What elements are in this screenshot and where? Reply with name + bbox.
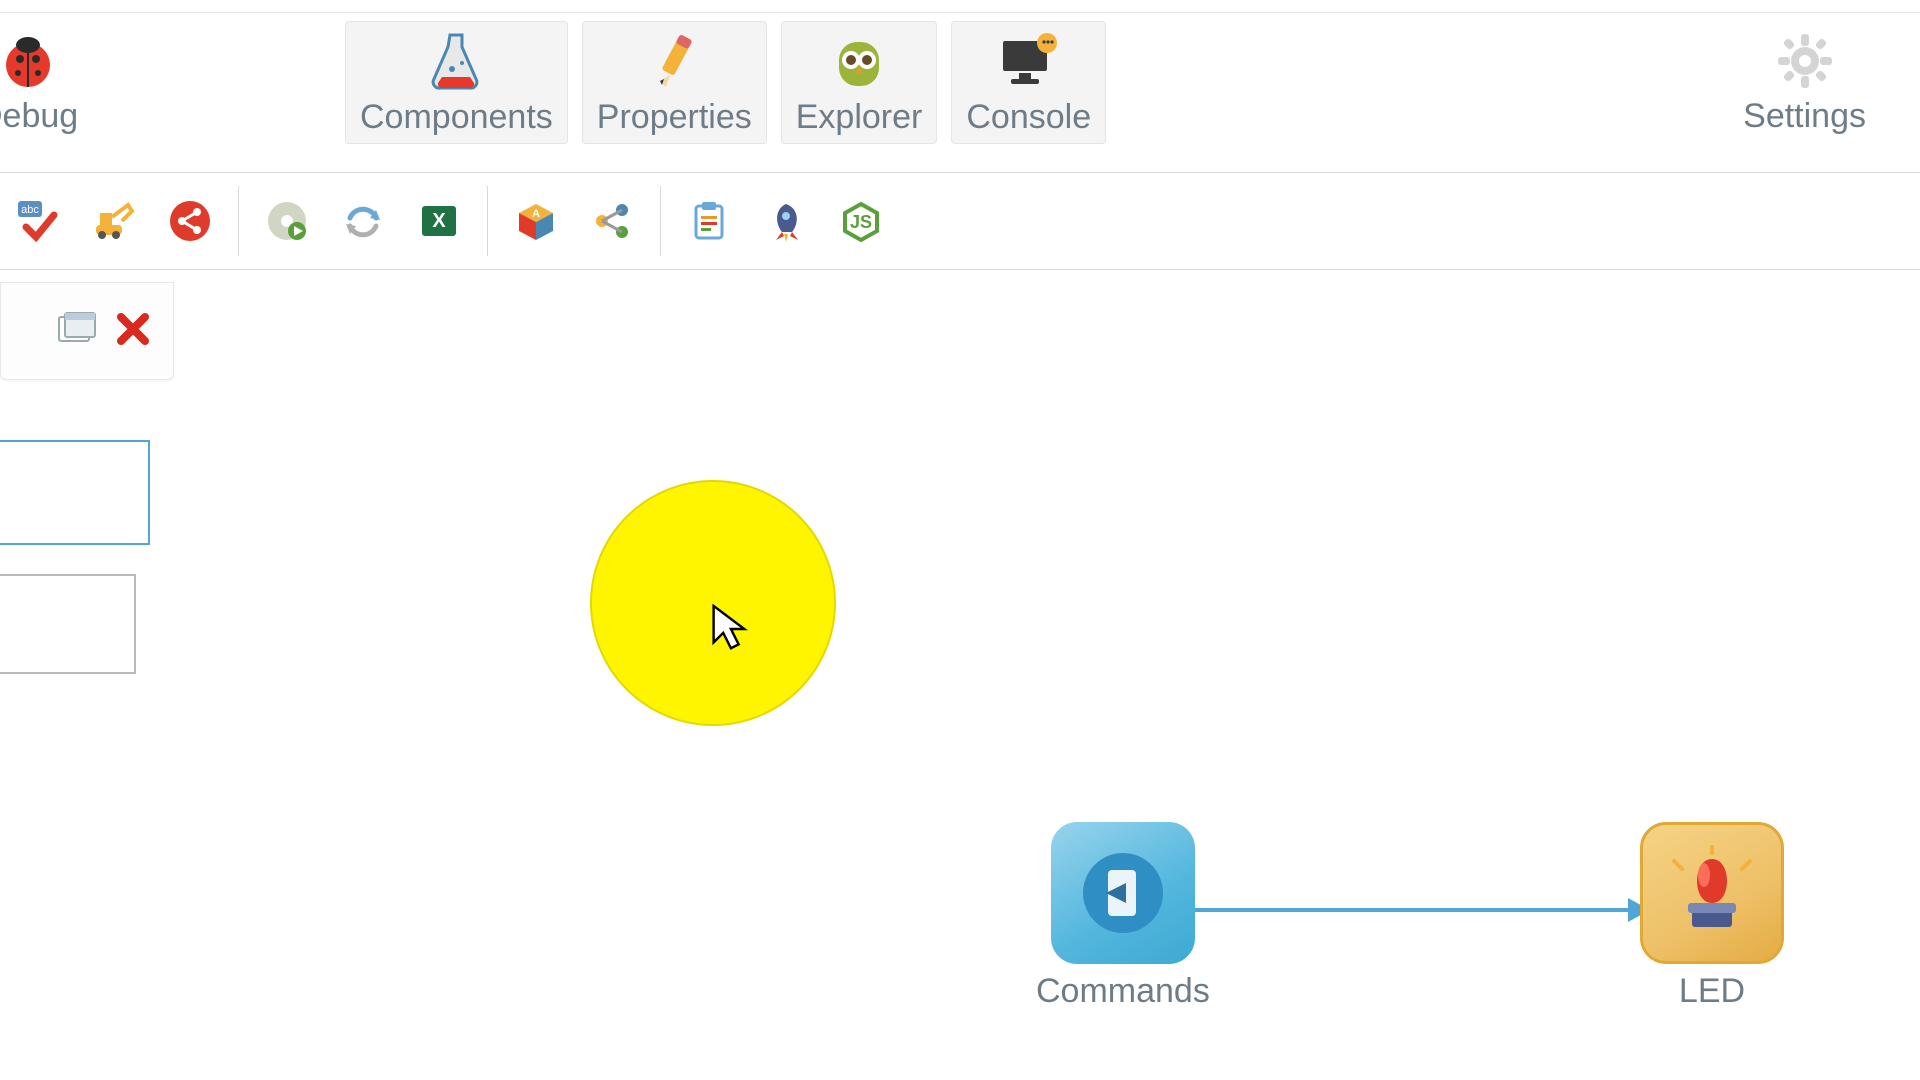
nodejs-icon[interactable]: JS bbox=[833, 193, 889, 249]
node-led-label: LED bbox=[1679, 972, 1745, 1011]
monitor-icon bbox=[997, 28, 1061, 96]
share-nodes-icon[interactable] bbox=[584, 193, 640, 249]
tab-components-label: Components bbox=[360, 98, 553, 137]
tab-properties-label: Properties bbox=[597, 98, 752, 137]
tab-settings-label: Settings bbox=[1743, 97, 1866, 136]
node-led[interactable]: LED bbox=[1640, 822, 1784, 1011]
tab-debug[interactable]: Debug bbox=[0, 21, 92, 142]
svg-text:X: X bbox=[432, 210, 446, 232]
tab-console-label: Console bbox=[966, 98, 1091, 137]
rocket-icon[interactable] bbox=[757, 193, 813, 249]
tab-group-right: Settings bbox=[1729, 21, 1880, 142]
pencil-icon bbox=[646, 28, 702, 96]
node-commands-label: Commands bbox=[1036, 972, 1210, 1011]
gear-icon bbox=[1776, 27, 1834, 95]
tab-properties[interactable]: Properties bbox=[582, 21, 767, 144]
tab-group-left: Debug bbox=[0, 21, 92, 142]
svg-text:A: A bbox=[532, 208, 540, 220]
spellcheck-icon[interactable]: abc bbox=[10, 193, 66, 249]
tab-explorer[interactable]: Explorer bbox=[781, 21, 938, 144]
design-canvas[interactable]: Commands LED bbox=[0, 272, 1920, 1080]
tab-settings[interactable]: Settings bbox=[1729, 21, 1880, 142]
excel-icon[interactable]: X bbox=[411, 193, 467, 249]
toolbar-separator bbox=[487, 186, 488, 256]
excavator-icon[interactable] bbox=[86, 193, 142, 249]
secondary-toolbar: abc X A JS bbox=[0, 172, 1920, 270]
commands-tile bbox=[1051, 822, 1195, 964]
connection-wire bbox=[1182, 908, 1630, 912]
block-3d-icon[interactable]: A bbox=[508, 193, 564, 249]
tab-group-center: Components Properties bbox=[345, 21, 1106, 144]
owl-icon bbox=[829, 28, 889, 96]
toolbar-separator bbox=[660, 186, 661, 256]
tab-debug-label: Debug bbox=[0, 97, 78, 136]
share-red-icon[interactable] bbox=[162, 193, 218, 249]
led-tile bbox=[1640, 822, 1784, 964]
main-tabbar: Debug Components bbox=[0, 12, 1920, 160]
tab-console[interactable]: Console bbox=[951, 21, 1106, 144]
node-commands[interactable]: Commands bbox=[1036, 822, 1210, 1011]
flask-icon bbox=[428, 28, 484, 96]
tab-components[interactable]: Components bbox=[345, 21, 568, 144]
refresh-icon[interactable] bbox=[335, 193, 391, 249]
svg-text:abc: abc bbox=[21, 204, 39, 216]
disc-play-icon[interactable] bbox=[259, 193, 315, 249]
toolbar-separator bbox=[238, 186, 239, 256]
clipboard-icon[interactable] bbox=[681, 193, 737, 249]
ladybug-icon bbox=[0, 27, 58, 95]
tab-explorer-label: Explorer bbox=[796, 98, 923, 137]
cursor-pointer-icon bbox=[709, 604, 749, 654]
svg-text:JS: JS bbox=[850, 212, 872, 232]
cursor-highlight bbox=[590, 480, 836, 726]
